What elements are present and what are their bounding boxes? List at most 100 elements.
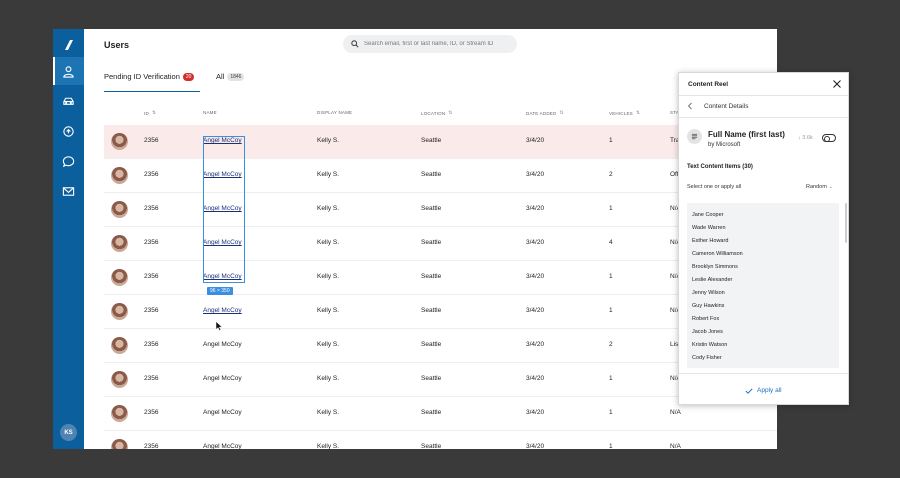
cell-location: Seattle — [421, 273, 442, 280]
sidebar-item-sync[interactable] — [53, 117, 84, 145]
cell-name[interactable]: Angel McCoy — [203, 171, 242, 178]
table-row[interactable]: 2356 Angel McCoy Kelly S. Seattle 3/4/20 1 N/A — [104, 397, 777, 431]
tab-label: All — [216, 72, 225, 81]
order-select[interactable]: Random ⌄ — [806, 184, 833, 190]
column-header-location[interactable]: LOCATION ⇅ — [421, 110, 453, 116]
cell-name[interactable]: Angel McCoy — [203, 239, 242, 246]
sort-icon: ⇅ — [635, 110, 641, 116]
table-row[interactable]: 2356 Angel McCoy Kelly S. Seattle 3/4/20 4 N/A — [104, 227, 777, 261]
list-item[interactable]: Brooklyn Simmons — [692, 264, 738, 270]
user-icon — [63, 65, 74, 78]
list-item[interactable]: Robert Fox — [692, 316, 719, 322]
cell-location: Seattle — [421, 375, 442, 382]
cell-display-name: Kelly S. — [317, 239, 340, 246]
list-item[interactable]: Leslie Alexander — [692, 277, 732, 283]
cell-date-added: 3/4/20 — [526, 137, 545, 144]
sidebar-item-users[interactable] — [53, 57, 84, 85]
cell-id: 2356 — [144, 137, 159, 144]
cell-name[interactable]: Angel McCoy — [203, 409, 242, 416]
cell-name[interactable]: Angel McCoy — [203, 341, 242, 348]
list-item[interactable]: Kristin Watson — [692, 342, 727, 348]
avatar — [111, 303, 128, 320]
close-icon[interactable] — [832, 79, 842, 89]
refresh-icon — [63, 125, 74, 137]
cell-vehicles: 1 — [609, 307, 613, 314]
cell-name[interactable]: Angel McCoy — [203, 375, 242, 382]
table-row[interactable]: 2356 Angel McCoy Kelly S. Seattle 3/4/20 1 N/A — [104, 295, 777, 329]
table-row[interactable]: 2356 Angel McCoy Kelly S. Seattle 3/4/20 1 N/A — [104, 431, 777, 449]
avatar — [111, 133, 128, 150]
avatar — [111, 167, 128, 184]
tab-all[interactable]: All 1846 — [216, 72, 245, 92]
content-items-list: Jane Cooper Wade Warren Esther Howard Camer… — [687, 203, 839, 368]
document-icon — [687, 129, 702, 144]
sidebar-item-messages[interactable] — [53, 147, 84, 175]
search-bar[interactable] — [343, 35, 517, 53]
cell-name[interactable]: Angel McCoy — [203, 137, 242, 144]
mail-icon — [62, 186, 75, 196]
list-item[interactable]: Jacob Jones — [692, 329, 723, 335]
divider — [679, 373, 848, 374]
avatar — [111, 405, 128, 422]
list-item[interactable]: Guy Hawkins — [692, 303, 724, 309]
cell-display-name: Kelly S. — [317, 273, 340, 280]
cell-vehicles: 2 — [609, 341, 613, 348]
table-header: ID ⇅ NAME DISPLAY NAME LOCATION ⇅ DATE ADD… — [104, 110, 777, 120]
table-row[interactable]: 2356 Angel McCoy Kelly S. Seattle 3/4/20 2 Off — [104, 159, 777, 193]
column-header-date-added[interactable]: DATE ADDED ⇅ — [526, 110, 564, 116]
table-row[interactable]: 2356 Angel McCoy Kelly S. Seattle 3/4/20 1 Tra — [104, 125, 777, 159]
column-header-id[interactable]: ID ⇅ — [144, 110, 156, 116]
cell-name[interactable]: Angel McCoy — [203, 307, 242, 314]
list-item[interactable]: Esther Howard — [692, 238, 728, 244]
cell-vehicles: 1 — [609, 409, 613, 416]
cell-name[interactable]: Angel McCoy — [203, 205, 242, 212]
column-header-vehicles[interactable]: VEHICLES ⇅ — [609, 110, 640, 116]
cell-location: Seattle — [421, 205, 442, 212]
cell-location: Seattle — [421, 171, 442, 178]
table-row[interactable]: 2356 Angel McCoy Kelly S. Seattle 3/4/20 1 N/A — [104, 193, 777, 227]
list-item[interactable]: Cameron Williamson — [692, 251, 743, 257]
car-icon — [63, 97, 74, 105]
cell-date-added: 3/4/20 — [526, 205, 545, 212]
cell-location: Seattle — [421, 341, 442, 348]
chevron-left-icon[interactable] — [687, 102, 693, 110]
cell-name[interactable]: Angel McCoy — [203, 443, 242, 449]
column-header-name: NAME — [203, 110, 217, 115]
cell-vehicles: 4 — [609, 239, 613, 246]
cell-date-added: 3/4/20 — [526, 273, 545, 280]
list-item[interactable]: Cody Fisher — [692, 355, 722, 361]
cell-vehicles: 1 — [609, 137, 613, 144]
cell-location: Seattle — [421, 443, 442, 449]
sidebar-item-mail[interactable] — [53, 177, 84, 205]
sidebar-item-vehicles[interactable] — [53, 87, 84, 115]
list-item[interactable]: Jane Cooper — [692, 212, 724, 218]
cell-name[interactable]: Angel McCoy — [203, 273, 242, 280]
table-row[interactable]: 2356 Angel McCoy Kelly S. Seattle 3/4/20 1 N/A — [104, 261, 777, 295]
divider — [679, 117, 848, 118]
table-row[interactable]: 2356 Angel McCoy Kelly S. Seattle 3/4/20 1 N/A — [104, 363, 777, 397]
cell-location: Seattle — [421, 307, 442, 314]
sort-icon: ⇅ — [151, 110, 157, 116]
tab-pending-verification[interactable]: Pending ID Verification 20 — [104, 72, 200, 92]
apply-all-button[interactable]: Apply all — [745, 387, 782, 394]
panel-subtitle: Content Details — [704, 103, 749, 110]
list-item[interactable]: Jenny Wilson — [692, 290, 725, 296]
logo-icon — [65, 40, 73, 50]
avatar[interactable]: KS — [60, 424, 77, 441]
cell-display-name: Kelly S. — [317, 307, 340, 314]
cell-vehicles: 1 — [609, 273, 613, 280]
cell-id: 2356 — [144, 205, 159, 212]
avatar — [111, 439, 128, 449]
list-item[interactable]: Wade Warren — [692, 225, 726, 231]
cell-vehicles: 2 — [609, 171, 613, 178]
cell-display-name: Kelly S. — [317, 409, 340, 416]
cell-location: Seattle — [421, 239, 442, 246]
scrollbar[interactable] — [845, 203, 847, 243]
cell-date-added: 3/4/20 — [526, 341, 545, 348]
cell-vehicles: 1 — [609, 375, 613, 382]
cell-id: 2356 — [144, 239, 159, 246]
table-row[interactable]: 2356 Angel McCoy Kelly S. Seattle 3/4/20 2 Lis — [104, 329, 777, 363]
avatar — [111, 337, 128, 354]
enable-toggle[interactable] — [822, 134, 836, 142]
search-input[interactable] — [364, 41, 514, 47]
